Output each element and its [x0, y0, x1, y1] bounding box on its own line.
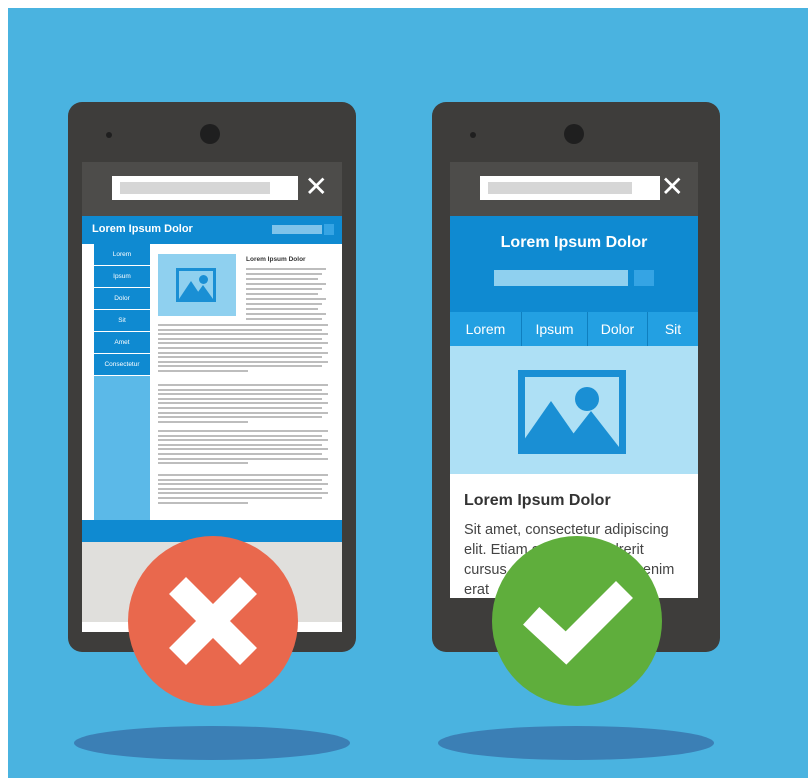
nav-item-ipsum[interactable]: Ipsum [94, 266, 150, 287]
search-button[interactable] [634, 270, 654, 286]
site-sidebar-nav: Lorem Ipsum Dolor Sit Amet Consectetur [94, 244, 150, 376]
phone-speaker [106, 132, 112, 138]
text-line [158, 462, 248, 465]
text-line [246, 308, 318, 310]
text-line [158, 356, 322, 359]
text-line [158, 457, 328, 460]
text-line [158, 483, 328, 486]
text-line [158, 333, 328, 336]
text-line [246, 313, 326, 315]
nav-item-ipsum[interactable]: Ipsum [522, 312, 588, 346]
text-line [246, 283, 326, 285]
nav-item-dolor[interactable]: Dolor [588, 312, 648, 346]
site-header: Lorem Ipsum Dolor [450, 216, 698, 312]
text-line [158, 337, 322, 340]
x-mark-icon [128, 536, 298, 706]
close-icon[interactable]: ✕ [661, 172, 684, 202]
article-heading: Lorem Ipsum Dolor [464, 492, 611, 509]
text-line [158, 492, 328, 495]
site-nav-bar: Lorem Ipsum Dolor Sit [450, 312, 698, 346]
text-line [158, 384, 328, 386]
text-line [158, 430, 328, 432]
phone-camera [200, 124, 220, 144]
article-heading: Lorem Ipsum Dolor [246, 256, 306, 263]
text-line [158, 497, 322, 499]
search-button[interactable] [324, 224, 334, 235]
image-icon [518, 370, 626, 454]
url-input[interactable] [480, 176, 660, 200]
site-title: Lorem Ipsum Dolor [500, 234, 648, 251]
text-line [158, 388, 322, 391]
article-body-tail: erat [464, 582, 489, 598]
browser-url-bar: ✕ [450, 162, 698, 216]
text-line [158, 474, 328, 476]
text-line [158, 453, 322, 455]
good-phone-shadow [438, 726, 714, 760]
text-line [246, 298, 326, 300]
text-line [158, 324, 328, 326]
nav-item-sit[interactable]: Sit [94, 310, 150, 331]
browser-url-bar: ✕ [82, 162, 342, 216]
text-line [158, 347, 322, 349]
text-line [158, 342, 328, 345]
phone-speaker [470, 132, 476, 138]
text-line [246, 293, 318, 295]
text-line [158, 448, 328, 451]
phone-camera [564, 124, 584, 144]
illustration-scene: ✕ Lorem Ipsum Dolor Lorem Ipsum Dolor Si… [8, 8, 808, 778]
site-title: Lorem Ipsum Dolor [92, 223, 193, 235]
site-header: Lorem Ipsum Dolor [82, 216, 342, 244]
text-line [158, 397, 322, 400]
nav-item-lorem[interactable]: Lorem [450, 312, 522, 346]
article-image [158, 254, 236, 316]
text-line [246, 273, 322, 275]
sidebar-filler [94, 376, 150, 520]
text-line [158, 370, 248, 372]
text-line [158, 365, 322, 368]
nav-item-lorem[interactable]: Lorem [94, 244, 150, 265]
text-line [246, 303, 322, 305]
text-line [158, 416, 322, 419]
search-input[interactable] [272, 225, 322, 234]
text-line [158, 434, 322, 437]
text-line [246, 288, 322, 290]
text-line [246, 278, 318, 280]
search-input[interactable] [494, 270, 628, 286]
text-line [246, 318, 322, 320]
text-line [158, 420, 248, 423]
text-line [158, 501, 248, 504]
good-phone-screen: ✕ Lorem Ipsum Dolor Lorem Ipsum Dolor Si… [450, 162, 698, 598]
hero-image-area [450, 346, 698, 474]
text-line [158, 439, 328, 442]
nav-item-sit[interactable]: Sit [648, 312, 698, 346]
close-icon[interactable]: ✕ [305, 172, 328, 202]
text-line [158, 443, 322, 446]
text-line [158, 328, 322, 331]
text-line [158, 360, 328, 363]
nav-item-dolor[interactable]: Dolor [94, 288, 150, 309]
text-line [246, 268, 326, 270]
text-line [158, 393, 328, 396]
text-line [158, 478, 322, 481]
text-line [158, 411, 328, 414]
nav-item-consectetur[interactable]: Consectetur [94, 354, 150, 375]
text-line [158, 402, 328, 405]
text-line [158, 407, 322, 409]
nav-item-amet[interactable]: Amet [94, 332, 150, 353]
text-line [158, 351, 328, 354]
checkmark-icon [492, 536, 662, 706]
image-icon [176, 268, 216, 302]
text-line [158, 487, 322, 490]
bad-phone-shadow [74, 726, 350, 760]
url-input[interactable] [112, 176, 298, 200]
